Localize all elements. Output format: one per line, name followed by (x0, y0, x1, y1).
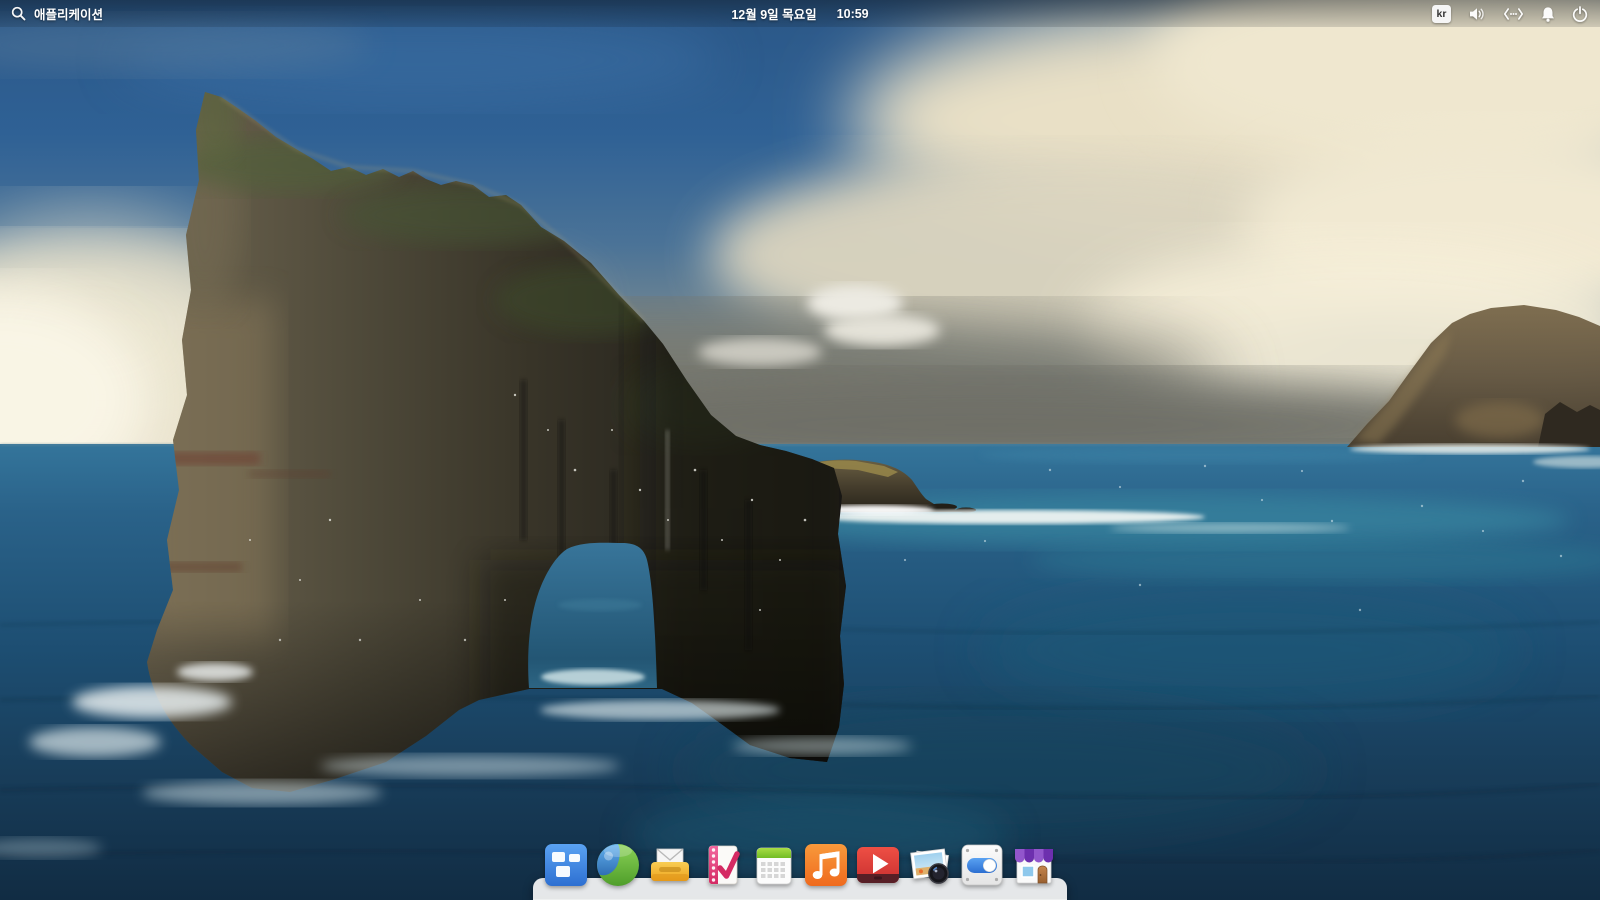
dock-item-videos[interactable] (854, 841, 902, 889)
play-icon (854, 841, 902, 889)
dock-item-music[interactable] (802, 841, 850, 889)
storefront-icon (1010, 841, 1058, 889)
envelope-icon (646, 841, 694, 889)
volume-icon[interactable] (1468, 6, 1486, 22)
panel-date: 12월 9일 목요일 (731, 4, 816, 23)
dock-item-calendar[interactable] (750, 841, 798, 889)
dock-item-tasks[interactable] (698, 841, 746, 889)
panel-time: 10:59 (837, 7, 869, 21)
dock (533, 838, 1067, 900)
session-power-icon[interactable] (1572, 6, 1588, 22)
dock-item-system-settings[interactable] (958, 841, 1006, 889)
search-icon (11, 6, 26, 21)
dock-item-photos[interactable] (906, 841, 954, 889)
indicator-area: kr (1432, 0, 1600, 27)
globe-icon (594, 841, 642, 889)
applications-label: 애플리케이션 (34, 4, 103, 23)
music-note-icon (802, 841, 850, 889)
network-icon[interactable] (1503, 7, 1524, 21)
photos-icon (906, 841, 954, 889)
checkmark-notebook-icon (698, 841, 746, 889)
dock-item-mail[interactable] (646, 841, 694, 889)
notifications-icon[interactable] (1541, 6, 1555, 22)
keyboard-layout-indicator[interactable]: kr (1432, 5, 1451, 23)
toggle-icon (958, 841, 1006, 889)
dock-item-multitasking-view[interactable] (542, 841, 590, 889)
applications-menu[interactable]: 애플리케이션 (0, 0, 103, 27)
dock-item-web-browser[interactable] (594, 841, 642, 889)
calendar-icon (750, 841, 798, 889)
dock-item-appcenter[interactable] (1010, 841, 1058, 889)
desktop: 애플리케이션 12월 9일 목요일 10:59 kr (0, 0, 1600, 900)
top-panel: 애플리케이션 12월 9일 목요일 10:59 kr (0, 0, 1600, 27)
dock-icons-row (542, 841, 1058, 889)
wallpaper-sea-arch (0, 0, 1600, 900)
workspaces-icon (542, 841, 590, 889)
datetime-indicator[interactable]: 12월 9일 목요일 10:59 (731, 0, 868, 27)
